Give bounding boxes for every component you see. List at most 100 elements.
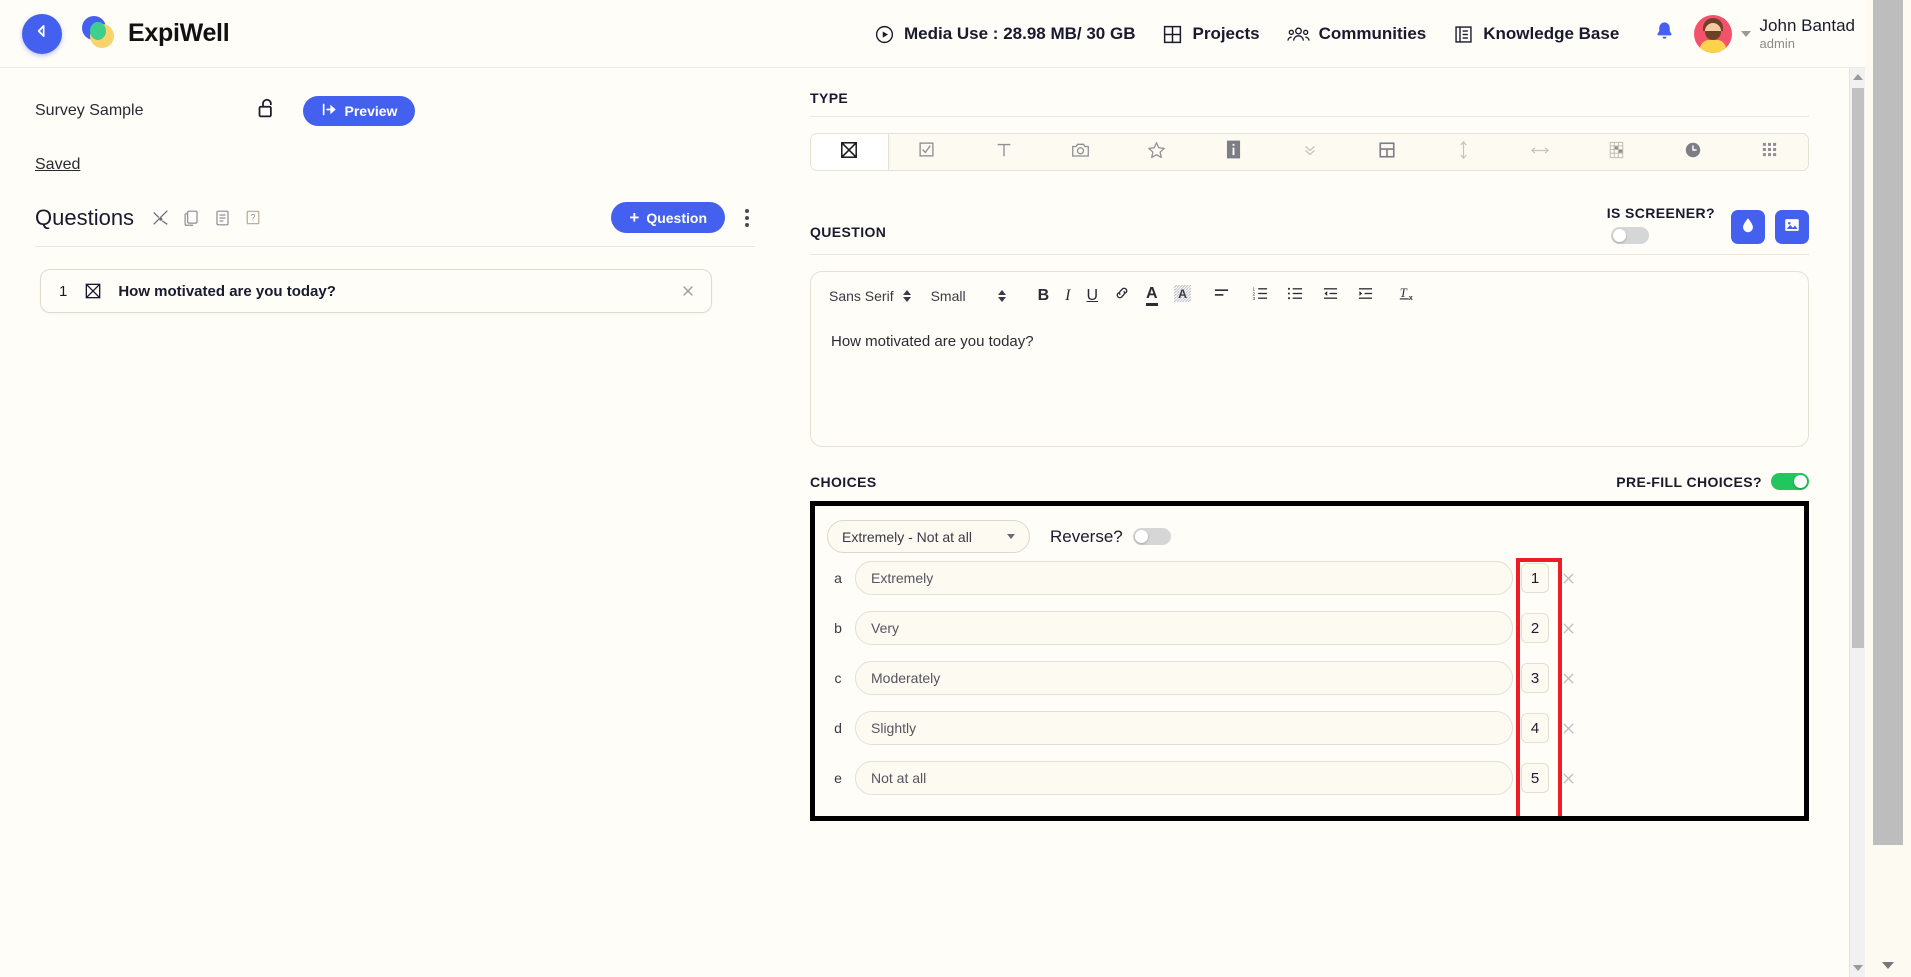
nav-projects[interactable]: Projects <box>1162 24 1260 45</box>
choice-row: e Not at all 5 <box>827 753 1804 803</box>
divider <box>35 246 755 247</box>
type-option-vertical-slider[interactable] <box>1425 134 1502 170</box>
type-option-matrix[interactable] <box>1578 134 1655 170</box>
info-block-icon <box>1226 140 1241 164</box>
type-option-layout[interactable] <box>1348 134 1425 170</box>
type-option-rating[interactable] <box>1118 134 1195 170</box>
question-text-input[interactable]: How motivated are you today? <box>811 319 1808 446</box>
close-x-icon[interactable] <box>1562 772 1575 785</box>
user-menu[interactable]: John Bantad admin <box>1693 15 1855 53</box>
double-chevron-down-icon <box>1302 142 1318 163</box>
close-x-icon[interactable] <box>1562 622 1575 635</box>
choice-letter: d <box>834 720 842 736</box>
question-list-item-1[interactable]: 1 How motivated are you today? <box>40 269 712 313</box>
choice-value-box[interactable]: 2 <box>1521 613 1549 643</box>
add-question-button[interactable]: + Question <box>611 202 725 233</box>
nav-media-use[interactable]: Media Use : 28.98 MB/ 30 GB <box>874 24 1135 45</box>
copy-icon[interactable] <box>183 209 200 227</box>
type-option-text[interactable] <box>965 134 1042 170</box>
nav-knowledge-base-label: Knowledge Base <box>1483 24 1620 43</box>
close-x-icon[interactable] <box>1562 722 1575 735</box>
more-options-icon[interactable] <box>739 205 755 231</box>
type-option-info[interactable] <box>1195 134 1272 170</box>
is-screener-toggle[interactable] <box>1610 227 1649 244</box>
font-family-select[interactable]: Sans Serif <box>829 288 911 304</box>
help-icon[interactable]: ? <box>245 209 261 226</box>
saved-status-link[interactable]: Saved <box>35 156 80 174</box>
close-x-icon[interactable] <box>1562 572 1575 585</box>
type-option-grid[interactable] <box>1731 134 1808 170</box>
choice-text-input[interactable]: Extremely <box>855 561 1513 595</box>
image-button[interactable] <box>1775 210 1809 244</box>
choice-value-box[interactable]: 5 <box>1521 763 1549 793</box>
scroll-down-arrow-icon[interactable] <box>1853 965 1863 971</box>
choice-value-box[interactable]: 4 <box>1521 713 1549 743</box>
nav-knowledge-base[interactable]: Knowledge Base <box>1453 24 1619 45</box>
outdent-button[interactable] <box>1322 286 1339 306</box>
type-option-dropdown[interactable] <box>1272 134 1349 170</box>
editor-toolbar: Sans Serif Small B I U A A 1 2 3 T x <box>811 272 1808 319</box>
projects-grid-icon <box>1162 24 1183 45</box>
divider <box>810 254 1809 255</box>
prefill-choices-toggle[interactable] <box>1771 473 1809 490</box>
unlock-icon[interactable] <box>256 97 277 125</box>
font-size-select[interactable]: Small <box>931 288 1006 304</box>
nav-communities[interactable]: Communities <box>1286 24 1426 45</box>
text-color-button[interactable]: A <box>1146 285 1158 306</box>
list-icon[interactable] <box>214 209 231 227</box>
left-panel: Survey Sample Preview Saved Questions ? … <box>0 68 790 977</box>
page-vertical-scrollbar[interactable] <box>1865 0 1911 977</box>
bold-button[interactable]: B <box>1038 287 1050 305</box>
chevron-down-icon <box>1007 534 1015 539</box>
scroll-up-arrow-icon[interactable] <box>1853 74 1863 80</box>
choice-row: d Slightly 4 <box>827 703 1804 753</box>
type-option-checkbox[interactable] <box>889 134 966 170</box>
svg-text:x: x <box>1408 292 1412 301</box>
bullet-list-button[interactable] <box>1287 286 1304 306</box>
close-x-icon[interactable] <box>1562 672 1575 685</box>
choice-text-input[interactable]: Not at all <box>855 761 1513 795</box>
clear-format-button[interactable]: T x <box>1398 285 1416 307</box>
survey-header-row: Survey Sample Preview <box>35 96 790 126</box>
remove-question-icon[interactable] <box>681 284 695 298</box>
preview-button[interactable]: Preview <box>302 96 416 126</box>
choice-text-input[interactable]: Slightly <box>855 711 1513 745</box>
type-option-horizontal-slider[interactable] <box>1501 134 1578 170</box>
brand-logo-area[interactable]: ExpiWell <box>82 15 230 52</box>
choices-section-header: CHOICES PRE-FILL CHOICES? <box>810 473 1809 490</box>
scroll-down-arrow-icon[interactable] <box>1882 962 1894 969</box>
notification-bell-icon[interactable] <box>1653 20 1676 48</box>
back-arrow-icon <box>32 21 52 46</box>
type-option-time[interactable] <box>1655 134 1732 170</box>
choice-value-box[interactable]: 1 <box>1521 563 1549 593</box>
indent-button[interactable] <box>1357 286 1374 306</box>
choice-text-input[interactable]: Moderately <box>855 661 1513 695</box>
text-color-icon: A <box>1146 285 1158 306</box>
choices-section-label: CHOICES <box>810 473 877 490</box>
inner-vertical-scrollbar[interactable] <box>1849 68 1865 977</box>
scale-preset-select[interactable]: Extremely - Not at all <box>827 520 1030 553</box>
type-option-photo[interactable] <box>1042 134 1119 170</box>
ink-button[interactable] <box>1731 210 1765 244</box>
knowledge-base-book-icon <box>1453 24 1474 45</box>
type-option-multiple-choice[interactable] <box>811 134 889 170</box>
survey-title: Survey Sample <box>35 102 144 119</box>
prefill-choices-control: PRE-FILL CHOICES? <box>1616 473 1809 490</box>
is-screener-label: IS SCREENER? <box>1606 205 1715 221</box>
choice-value-box[interactable]: 3 <box>1521 663 1549 693</box>
scrollbar-thumb[interactable] <box>1873 0 1903 845</box>
reverse-toggle[interactable] <box>1132 528 1171 545</box>
svg-text:?: ? <box>251 213 256 223</box>
italic-button[interactable]: I <box>1065 287 1070 305</box>
shuffle-icon[interactable] <box>152 209 169 226</box>
underline-button[interactable]: U <box>1086 287 1098 305</box>
align-button[interactable] <box>1213 286 1230 305</box>
link-button[interactable] <box>1114 285 1130 306</box>
choice-text-input[interactable]: Very <box>855 611 1513 645</box>
highlight-color-button[interactable]: A <box>1173 284 1191 307</box>
ordered-list-button[interactable]: 1 2 3 <box>1252 286 1269 306</box>
chevron-updown-icon <box>997 289 1006 302</box>
choice-letter: e <box>834 770 842 786</box>
back-button[interactable] <box>22 13 62 54</box>
scrollbar-thumb[interactable] <box>1852 88 1864 648</box>
